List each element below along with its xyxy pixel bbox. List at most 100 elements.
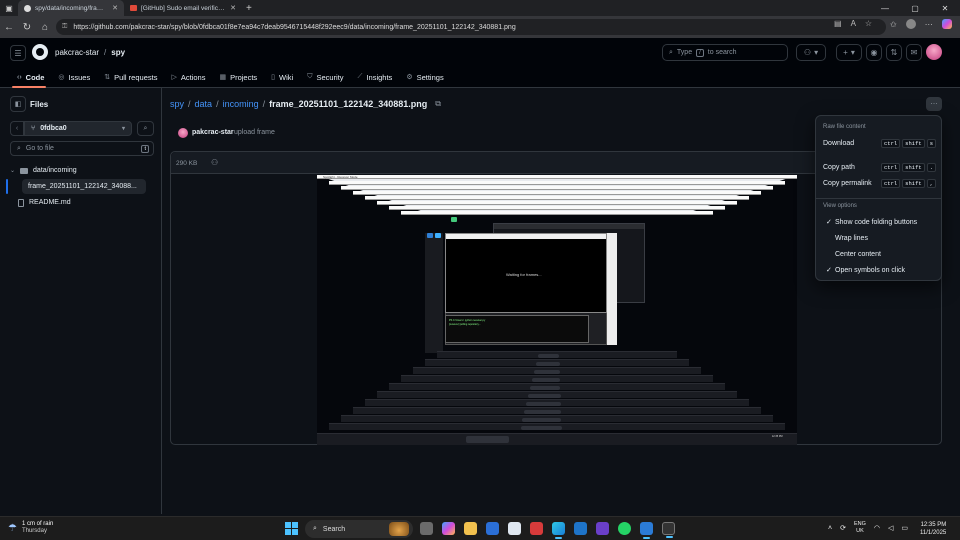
branch-back-button[interactable]: ‹ <box>10 121 24 136</box>
repo-owner-link[interactable]: pakcrac-star <box>55 48 99 57</box>
hamburger-menu-button[interactable]: ☰ <box>10 45 26 61</box>
more-file-actions-button[interactable]: ⋯ <box>926 97 942 111</box>
address-bar[interactable]: ⚿ https://github.com/pakcrac-star/spy/bl… <box>56 19 886 35</box>
create-new-button[interactable]: + ▾ <box>836 44 862 61</box>
start-button[interactable] <box>285 522 298 535</box>
mail-favicon-icon <box>130 5 137 11</box>
terminal-line: [receiver] polling repository... <box>449 323 481 326</box>
browser-tab-active[interactable]: spy/data/incoming/frame_20251101_122142_… <box>18 0 124 16</box>
tree-file-readme[interactable]: README.md <box>10 195 146 210</box>
inbox-button[interactable]: ✉ <box>906 44 922 61</box>
new-tab-button[interactable]: + <box>246 3 252 14</box>
site-info-icon[interactable]: ⚿ <box>62 23 67 31</box>
search-placeholder: Type <box>676 49 693 56</box>
commit-author-avatar[interactable] <box>178 128 188 138</box>
menu-item-open-symbols[interactable]: ✓ Open symbols on click <box>826 264 939 276</box>
menu-item-copy-path[interactable]: Copy path ctrl shift. <box>823 161 936 173</box>
menu-item-center-content[interactable]: Center content <box>826 248 939 260</box>
go-to-file-input[interactable]: ⌕ Go to file t <box>10 141 154 156</box>
copilot-icon[interactable] <box>941 19 952 29</box>
back-button[interactable]: ← <box>0 18 18 36</box>
battery-icon[interactable]: ▭ <box>901 524 908 532</box>
favorite-star-icon[interactable]: ☆ <box>865 19 872 28</box>
menu-item-copy-permalink[interactable]: Copy permalink ctrl shift, <box>823 177 936 189</box>
tab-close-icon[interactable]: ✕ <box>230 4 236 12</box>
app-icon[interactable] <box>530 522 543 535</box>
browser-menu-icon[interactable]: ▣ <box>0 0 18 16</box>
search-input[interactable]: ⌕ Type / to search <box>662 44 788 61</box>
menu-item-code-folding[interactable]: ✓ Show code folding buttons <box>826 216 939 228</box>
breadcrumb-data-link[interactable]: data <box>195 99 213 109</box>
repo-name-link[interactable]: spy <box>111 48 125 57</box>
language-indicator[interactable]: ENG UK <box>854 521 866 535</box>
terminal-icon[interactable] <box>662 522 675 538</box>
weather-widget[interactable]: ☂ 1 cm of rain Thursday <box>8 521 53 535</box>
copy-path-icon[interactable]: ⧉ <box>435 99 441 109</box>
favorites-icon[interactable]: ✩ <box>890 20 897 29</box>
copilot-button[interactable]: ⚇ ▾ <box>796 44 826 61</box>
tab-projects[interactable]: ▦ Projects <box>212 73 264 82</box>
commit-author[interactable]: pakcrac-star <box>192 129 234 136</box>
tree-folder-data-incoming[interactable]: ⌄ data/incoming <box>10 163 146 178</box>
profile-icon[interactable] <box>905 19 916 29</box>
tab-pull-requests[interactable]: ⇅ Pull requests <box>97 73 164 82</box>
chevron-down-icon: ⌄ <box>10 168 16 174</box>
settings-app-icon[interactable] <box>508 522 521 535</box>
embedded-app-icon <box>435 233 441 238</box>
vscode-icon[interactable] <box>640 522 653 539</box>
menu-item-download[interactable]: Download ctrl shift s <box>823 137 936 149</box>
branch-selector[interactable]: ⑂ 0fdbca0 ▾ <box>24 121 132 136</box>
tab-issues[interactable]: ◎ Issues <box>51 73 97 82</box>
browser-tab[interactable]: [GitHub] Sudo email verification code ✕ <box>124 0 242 16</box>
edge-browser-icon[interactable] <box>552 522 565 539</box>
github-favicon-icon <box>24 4 31 12</box>
tab-insights[interactable]: ⟋ Insights <box>351 73 400 82</box>
chevron-up-icon[interactable]: ˄ <box>828 525 832 532</box>
maximize-button[interactable]: ▢ <box>900 0 930 16</box>
copilot-icon: ⚇ <box>803 48 812 57</box>
pull-requests-button[interactable]: ⇅ <box>886 44 902 61</box>
tab-wiki[interactable]: ▯ Wiki <box>264 73 300 82</box>
tab-security[interactable]: ⛉ Security <box>300 73 350 82</box>
sync-icon[interactable]: ⟳ <box>840 524 846 532</box>
tab-close-icon[interactable]: ✕ <box>112 4 118 12</box>
close-window-button[interactable]: ✕ <box>930 0 960 16</box>
breadcrumb-repo-link[interactable]: spy <box>170 99 184 109</box>
file-actions-menu: Raw file content Download ctrl shift s Cop… <box>815 115 942 281</box>
github-logo-icon[interactable] <box>32 44 48 60</box>
taskbar-search[interactable]: ⌕ Search <box>305 520 413 538</box>
embedded-taskbar <box>341 415 773 422</box>
tab-code[interactable]: ‹› Code <box>10 73 51 82</box>
tree-selected-indicator <box>6 179 8 194</box>
tab-label: Security <box>316 72 344 82</box>
file-explorer-icon[interactable] <box>464 522 477 535</box>
volume-icon[interactable]: ◁ <box>888 524 893 532</box>
search-files-button[interactable]: ⌕ <box>137 121 154 136</box>
task-view-icon[interactable] <box>420 522 433 535</box>
minimize-button[interactable]: — <box>870 0 900 16</box>
outlook-icon[interactable] <box>574 522 587 535</box>
commit-message[interactable]: upload frame <box>234 129 275 136</box>
whatsapp-icon[interactable] <box>618 522 631 535</box>
reader-mode-icon[interactable]: ▤ <box>834 19 842 28</box>
issues-button[interactable]: ◉ <box>866 44 882 61</box>
tab-label: Settings <box>416 72 444 82</box>
translate-icon[interactable]: A <box>851 19 856 28</box>
copilot-icon[interactable]: ⚇ <box>211 158 221 168</box>
taskbar-clock[interactable]: 12:35 PM 11/1/2025 <box>920 521 946 537</box>
copilot-app-icon[interactable] <box>442 522 455 535</box>
more-options-icon[interactable]: ⋯ <box>925 20 933 29</box>
tree-file-frame[interactable]: frame_20251101_122142_34088... <box>22 179 146 194</box>
store-icon[interactable] <box>486 522 499 535</box>
reload-button[interactable]: ↻ <box>18 18 36 36</box>
collapse-sidebar-button[interactable]: ◧ <box>10 96 26 112</box>
menu-item-label: Copy path <box>823 163 855 171</box>
home-button[interactable]: ⌂ <box>36 18 54 36</box>
tab-settings[interactable]: ⚙ Settings <box>399 73 450 82</box>
wifi-icon[interactable]: ◠ <box>874 524 880 532</box>
breadcrumb-incoming-link[interactable]: incoming <box>223 99 259 109</box>
app-icon[interactable] <box>596 522 609 535</box>
user-avatar[interactable] <box>926 44 942 60</box>
tab-actions[interactable]: ▷ Actions <box>164 73 212 82</box>
menu-item-wrap-lines[interactable]: Wrap lines <box>826 232 939 244</box>
